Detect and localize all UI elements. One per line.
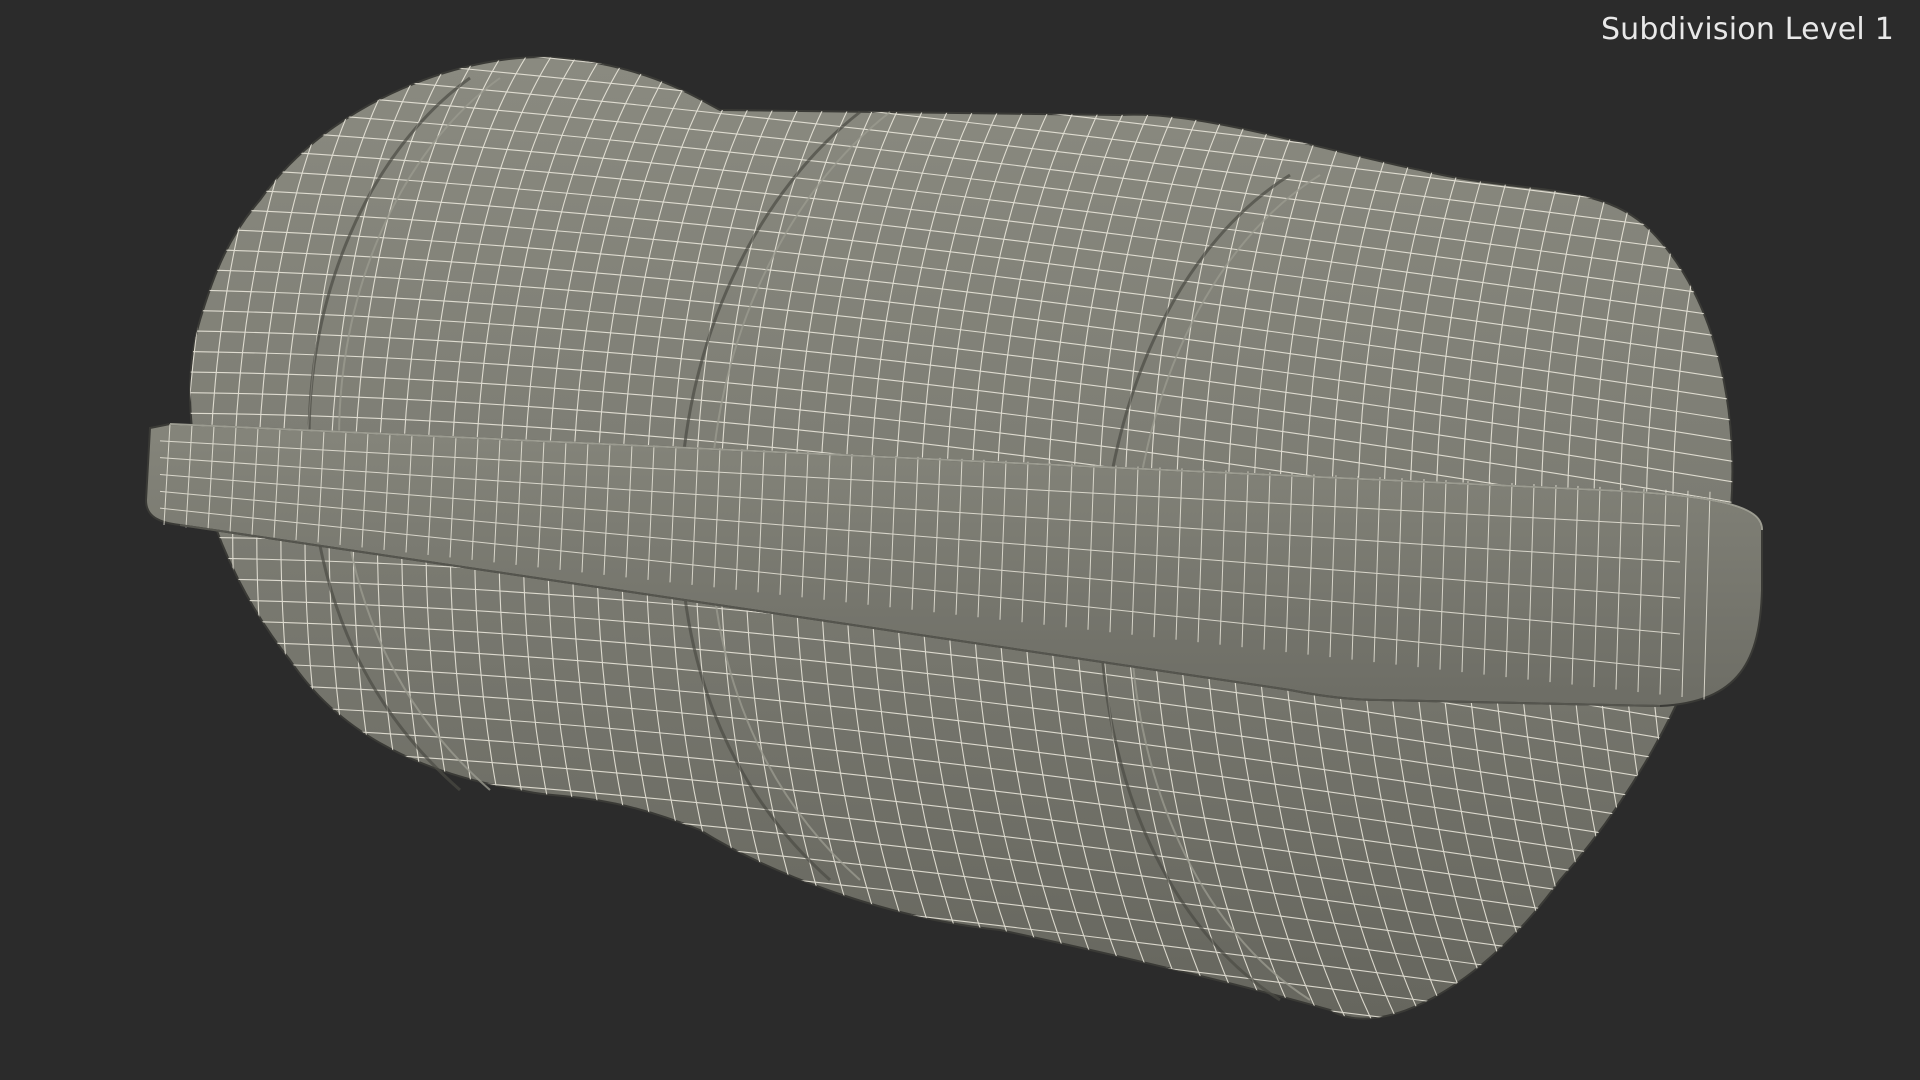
wire-line [190, 57, 211, 1019]
wire-line [190, 949, 1733, 1019]
wire-line [190, 908, 1733, 1019]
wire-line [190, 928, 1733, 1019]
subdivision-level-label: Subdivision Level 1 [1600, 12, 1894, 47]
3d-viewport[interactable]: Subdivision Level 1 [0, 0, 1920, 1080]
wireframe-model-render [144, 56, 1763, 1020]
wire-line [190, 57, 236, 1019]
